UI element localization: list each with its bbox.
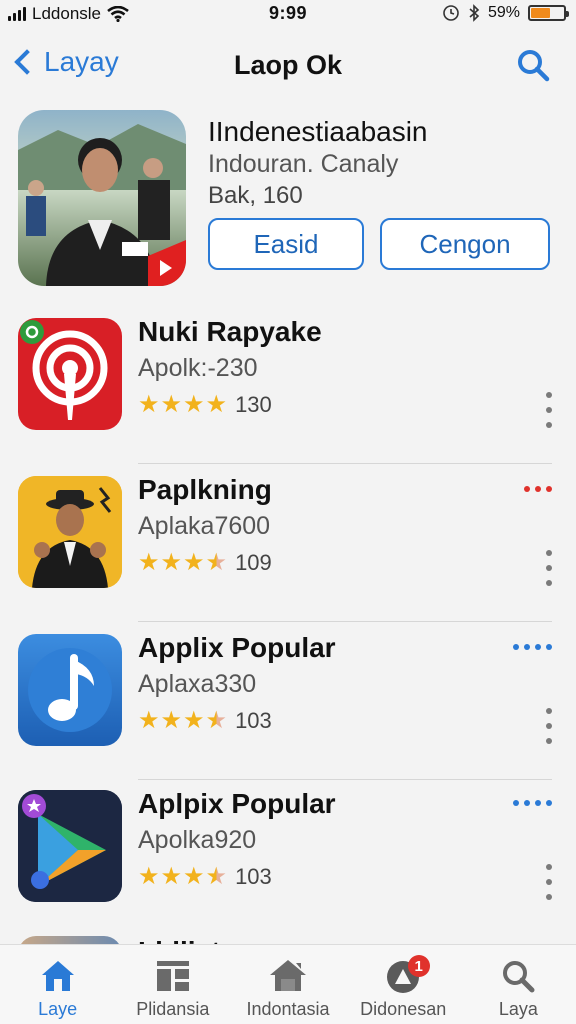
star-icon: ★ (205, 549, 228, 576)
featured-app: IIndenestiaabasin Indouran. Canaly Bak, … (18, 110, 558, 286)
tab-label: Didonesan (360, 999, 447, 1019)
star-rating: ★ ★ ★ ★ (138, 865, 227, 889)
star-icon: ★ (160, 549, 183, 576)
star-rating: ★ ★ ★ ★ (138, 709, 227, 733)
more-options-icon[interactable] (544, 708, 554, 744)
search-icon (503, 961, 535, 993)
rating-count: 103 (235, 864, 272, 889)
star-icon: ★ (183, 707, 205, 734)
more-options-icon[interactable] (544, 550, 554, 586)
status-bar: Lddonsle 9:99 59% (0, 0, 576, 28)
star-rating: ★ ★ ★ ★ (138, 551, 227, 575)
tab-indontasia[interactable]: Indontasia (230, 945, 345, 1024)
star-icon: ★ (205, 863, 228, 890)
more-horizontal-icon[interactable] (513, 644, 552, 650)
app-rating: ★ ★ ★ ★ 109 (138, 550, 272, 576)
tab-didonesan[interactable]: 1 Didonesan (346, 945, 461, 1024)
alarm-icon (443, 5, 459, 21)
app-name: Applix Popular (138, 632, 336, 663)
list-item[interactable]: Aplpix Popular Apolka920 ★ ★ ★ ★ 103 (0, 780, 576, 936)
app-subtitle: Aplaka7600 (138, 512, 271, 540)
star-icon: ★ (160, 863, 183, 890)
featured-title: IIndenestiaabasin (208, 116, 428, 147)
app-name: Aplpix Popular (138, 788, 336, 819)
app-store-page: Lddonsle 9:99 59% Layay Laop Ok IIndenes… (0, 0, 576, 1024)
tab-label: Indontasia (246, 999, 330, 1019)
list-item[interactable]: Applix Popular Aplaxa330 ★ ★ ★ ★ 103 (0, 624, 576, 780)
nav-bar: Layay Laop Ok (0, 40, 576, 92)
search-icon[interactable] (516, 48, 550, 82)
star-icon: ★ (205, 391, 228, 418)
app-subtitle: Apolka920 (138, 826, 257, 854)
battery-percent: 59% (487, 4, 520, 21)
musician-photo-icon (18, 476, 122, 588)
notification-badge: 1 (407, 955, 430, 977)
rating-count: 130 (235, 392, 272, 417)
star-icon: ★ (138, 549, 160, 576)
tab-plidansia[interactable]: Plidansia (115, 945, 230, 1024)
apps-grid-icon (156, 961, 189, 991)
star-icon: ★ (138, 863, 160, 890)
status-right: 59% (442, 4, 569, 22)
tab-laye[interactable]: Laye (0, 945, 115, 1024)
battery-icon (528, 5, 569, 21)
featured-subtitle: Indouran. Canaly (208, 150, 399, 178)
star-icon: ★ (183, 863, 205, 890)
bluetooth-icon (469, 4, 480, 22)
app-rating: ★ ★ ★ ★ 130 (138, 392, 272, 418)
cengon-button[interactable]: Cengon (380, 218, 550, 270)
rating-count: 103 (235, 708, 272, 733)
more-horizontal-icon[interactable] (513, 800, 552, 806)
app-rating: ★ ★ ★ ★ 103 (138, 708, 272, 734)
tab-label: Laye (38, 999, 78, 1019)
music-note-icon (18, 634, 122, 746)
app-name: Nuki Rapyake (138, 316, 322, 347)
divider (138, 621, 552, 622)
podcast-icon (18, 318, 122, 430)
star-icon: ★ (205, 707, 228, 734)
divider (138, 463, 552, 464)
play-triangle-icon (18, 790, 122, 902)
app-name: Paplkning (138, 474, 272, 505)
more-horizontal-icon[interactable] (524, 486, 552, 492)
tab-laya[interactable]: Laya (461, 945, 576, 1024)
house-icon (270, 960, 306, 991)
list-item[interactable]: Paplkning Aplaka7600 ★ ★ ★ ★ 109 (0, 466, 576, 622)
page-title: Laop Ok (233, 50, 342, 80)
star-rating: ★ ★ ★ ★ (138, 393, 227, 417)
star-icon: ★ (138, 391, 160, 418)
app-rating: ★ ★ ★ ★ 103 (138, 864, 272, 890)
more-options-icon[interactable] (544, 864, 554, 900)
tab-label: Laya (498, 999, 538, 1019)
rating-count: 109 (235, 550, 272, 575)
star-icon: ★ (183, 391, 205, 418)
app-subtitle: Apolk:-230 (138, 354, 258, 382)
star-icon: ★ (160, 391, 183, 418)
star-icon: ★ (183, 549, 205, 576)
home-icon (41, 961, 74, 991)
list-item[interactable]: Nuki Rapyake Apolk:-230 ★ ★ ★ ★ 130 (0, 308, 576, 464)
featured-meta: Bak, 160 (208, 182, 303, 209)
more-options-icon[interactable] (544, 392, 554, 428)
star-icon: ★ (160, 707, 183, 734)
app-subtitle: Aplaxa330 (138, 670, 257, 698)
tab-bar: Laye Plidansia Indontasia 1 Didonesan La… (0, 944, 576, 1024)
tab-label: Plidansia (136, 999, 210, 1019)
battery-level (531, 8, 550, 18)
star-icon: ★ (138, 707, 160, 734)
easid-button[interactable]: Easid (208, 218, 364, 270)
featured-photo-icon[interactable] (18, 110, 186, 286)
